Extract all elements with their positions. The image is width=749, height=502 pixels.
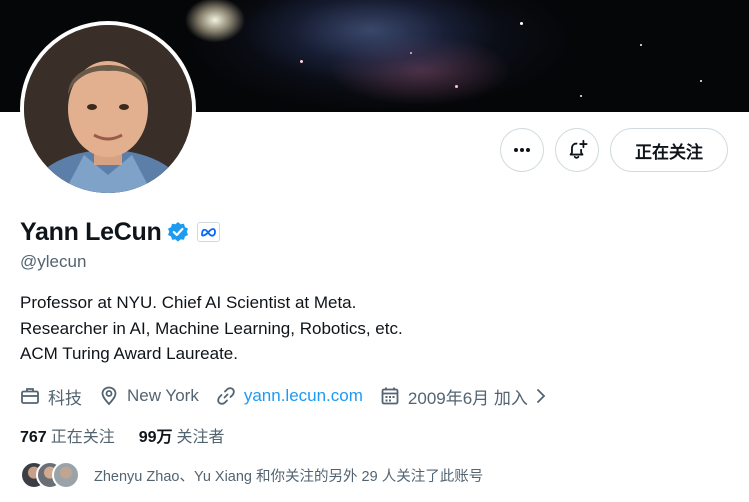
profile-website[interactable]: yann.lecun.com — [216, 386, 363, 406]
profile-category: 科技 — [20, 384, 82, 409]
notifications-button[interactable] — [555, 128, 599, 172]
verified-badge-icon[interactable] — [167, 221, 189, 243]
followers-count: 99万 — [138, 429, 173, 446]
followers-label: 关注者 — [176, 429, 225, 446]
profile-name: Yann LeCun — [20, 217, 162, 246]
profile-handle: @ylecun — [20, 252, 87, 271]
following-label: 正在关注 — [50, 429, 115, 446]
bio-line: Researcher in AI, Machine Learning, Robo… — [20, 318, 403, 338]
calendar-icon — [381, 387, 399, 405]
location-label: New York — [127, 386, 199, 405]
bell-plus-icon — [569, 139, 588, 159]
follower-avatars — [20, 461, 84, 489]
website-link[interactable]: yann.lecun.com — [244, 386, 363, 406]
followers-stat[interactable]: 99万 关注者 — [139, 423, 225, 447]
following-button[interactable]: 正在关注 — [610, 128, 728, 172]
profile-joined[interactable]: 2009年6月 加入 — [380, 384, 548, 409]
briefcase-icon — [21, 388, 39, 404]
more-button[interactable] — [500, 128, 544, 172]
bio-line: Professor at NYU. Chief AI Scientist at … — [20, 293, 357, 312]
chevron-right-icon — [537, 389, 546, 403]
profile-location: New York — [99, 386, 199, 406]
profile-avatar[interactable] — [20, 21, 196, 197]
avatar-photo — [24, 25, 192, 193]
joined-label: 2009年6月 加入 — [407, 388, 528, 408]
followers-you-know[interactable]: Zhenyu Zhao、Yu Xiang 和你关注的另外 29 人关注了此账号 — [20, 458, 483, 492]
profile-bio: Professor at NYU. Chief AI Scientist at … — [20, 290, 403, 367]
location-pin-icon — [101, 386, 117, 406]
followers-you-know-text: Zhenyu Zhao、Yu Xiang 和你关注的另外 29 人关注了此账号 — [94, 468, 484, 485]
profile-name-row: Yann LeCun — [20, 216, 221, 248]
following-stat[interactable]: 767 正在关注 — [20, 423, 115, 447]
meta-logo-icon — [201, 228, 217, 237]
category-label: 科技 — [48, 388, 82, 408]
profile-stats: 767 正在关注 99万 关注者 — [20, 423, 249, 447]
profile-info-row: 科技 New York yann.lecun.com 2009年6月 加入 — [20, 382, 565, 410]
following-count: 767 — [20, 429, 47, 446]
avatar — [52, 461, 80, 489]
link-icon — [217, 387, 235, 405]
more-icon — [514, 148, 530, 152]
bio-line: ACM Turing Award Laureate. — [20, 344, 238, 363]
affiliation-badge[interactable] — [197, 222, 221, 242]
